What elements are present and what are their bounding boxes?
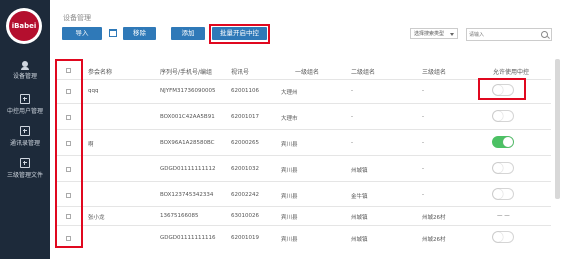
app-window: iBabei 设备管理 中控用户管理 通讯录管理 三级管理文件 设备管理 导入 … [0, 0, 563, 259]
add-button[interactable]: 添加 [171, 27, 205, 40]
row-level1: 宾川县 [281, 237, 298, 243]
row-level1: 宾川县 [281, 194, 298, 200]
search-type-value: 选择搜索类型 [414, 31, 445, 37]
row-video-id: 62001017 [231, 114, 259, 120]
sidebar-item-contacts[interactable]: 通讯录管理 [0, 126, 50, 147]
row-level2: - [351, 114, 353, 120]
logo: iBabei [6, 8, 42, 44]
row-serial: GDGD01111111112 [160, 166, 216, 172]
column-header-name: 参会名称 [88, 69, 113, 76]
allow-control-toggle[interactable] [492, 136, 514, 148]
toggle-knob [493, 189, 503, 199]
row-level3: - [422, 114, 424, 120]
row-level1: 大理市 [281, 116, 298, 122]
row-level1: 宾川县 [281, 142, 298, 148]
row-serial: BOX96A1A28580BC [160, 140, 215, 146]
search-icon[interactable] [541, 31, 548, 38]
divider [55, 155, 551, 156]
page-title: 设备管理 [63, 14, 91, 22]
row-level3: - [422, 88, 424, 94]
search-box [466, 28, 552, 41]
row-level1: 大理州 [281, 90, 298, 96]
sidebar-item-device-management[interactable]: 设备管理 [0, 61, 50, 80]
import-button[interactable]: 导入 [62, 27, 102, 40]
row-level1: 宾川县 [281, 168, 298, 174]
allow-control-toggle[interactable] [492, 110, 514, 122]
sidebar-item-control-users[interactable]: 中控用户管理 [0, 94, 50, 115]
row-serial: 13675166085 [160, 213, 199, 219]
row-video-id: 62001106 [231, 88, 259, 94]
divider [55, 206, 551, 207]
row-level2: 州城镇 [351, 168, 368, 174]
column-header-allow-control: 允许使用中控 [493, 69, 530, 76]
row-level1: 宾川县 [281, 215, 298, 221]
sidebar-item-label: 三级管理文件 [6, 172, 43, 179]
search-type-select[interactable]: 选择搜索类型 [410, 28, 458, 39]
sidebar-item-label: 通讯录管理 [9, 140, 40, 147]
divider [55, 129, 551, 130]
chevron-down-icon [450, 33, 454, 36]
row-level2: 州城镇 [351, 237, 368, 243]
column-header-level2: 二级组名 [351, 69, 376, 76]
row-video-id: 62000265 [231, 140, 259, 146]
row-name: 张小龙 [88, 215, 105, 221]
column-header-level1: 一级组名 [295, 69, 320, 76]
row-level3: 州城26村 [422, 215, 446, 221]
sidebar-item-files[interactable]: 三级管理文件 [0, 158, 50, 179]
row-serial: BOX123745342334 [160, 192, 214, 198]
row-video-id: 62002242 [231, 192, 259, 198]
row-level2: 金牛镇 [351, 194, 368, 200]
row-level3: 州城26村 [422, 237, 446, 243]
row-level3: - [422, 140, 424, 146]
row-serial: NJYFM31736090005 [160, 88, 216, 94]
allow-control-toggle[interactable] [492, 188, 514, 200]
divider [55, 181, 551, 182]
row-level3: - [422, 166, 424, 172]
highlight-batch-button [209, 24, 270, 44]
vertical-scrollbar[interactable] [555, 59, 560, 199]
highlight-checkbox-column [55, 59, 83, 248]
highlight-first-toggle [478, 78, 526, 100]
toggle-knob [493, 111, 503, 121]
user-icon [21, 61, 29, 70]
divider [55, 225, 551, 226]
allow-control-toggle[interactable] [492, 162, 514, 174]
toggle-knob [503, 137, 513, 147]
remove-button[interactable]: 移除 [123, 27, 156, 40]
toggle-knob [493, 163, 503, 173]
row-name: qqq [88, 88, 99, 94]
row-level2: - [351, 140, 353, 146]
toggle-knob [493, 232, 503, 242]
column-header-serial: 序列号/手机号/编组 [160, 69, 213, 76]
plus-square-icon [20, 94, 30, 104]
divider [55, 103, 551, 104]
row-level3: - [422, 192, 424, 198]
divider [55, 79, 551, 80]
row-level2: - [351, 88, 353, 94]
row-level2: 州城镇 [351, 215, 368, 221]
column-header-level3: 三级组名 [422, 69, 447, 76]
search-input[interactable] [469, 30, 537, 39]
logo-text: iBabei [9, 11, 39, 41]
allow-control-toggle[interactable] [492, 231, 514, 243]
column-header-video-id: 视讯号 [231, 69, 250, 76]
sidebar-item-label: 中控用户管理 [6, 108, 43, 115]
row-name: 啊 [88, 142, 94, 148]
plus-square-icon [20, 158, 30, 168]
calendar-icon[interactable] [109, 29, 117, 37]
row-video-id: 62001032 [231, 166, 259, 172]
row-video-id: 63010026 [231, 213, 259, 219]
plus-square-icon [20, 126, 30, 136]
row-video-id: 62001019 [231, 235, 259, 241]
sidebar-item-label: 设备管理 [12, 73, 37, 80]
allow-control-placeholder: — — [497, 213, 510, 219]
row-serial: GDGD01111111116 [160, 235, 216, 241]
sidebar: iBabei 设备管理 中控用户管理 通讯录管理 三级管理文件 [0, 0, 50, 259]
row-serial: BOX001C42AA5B91 [160, 114, 215, 120]
